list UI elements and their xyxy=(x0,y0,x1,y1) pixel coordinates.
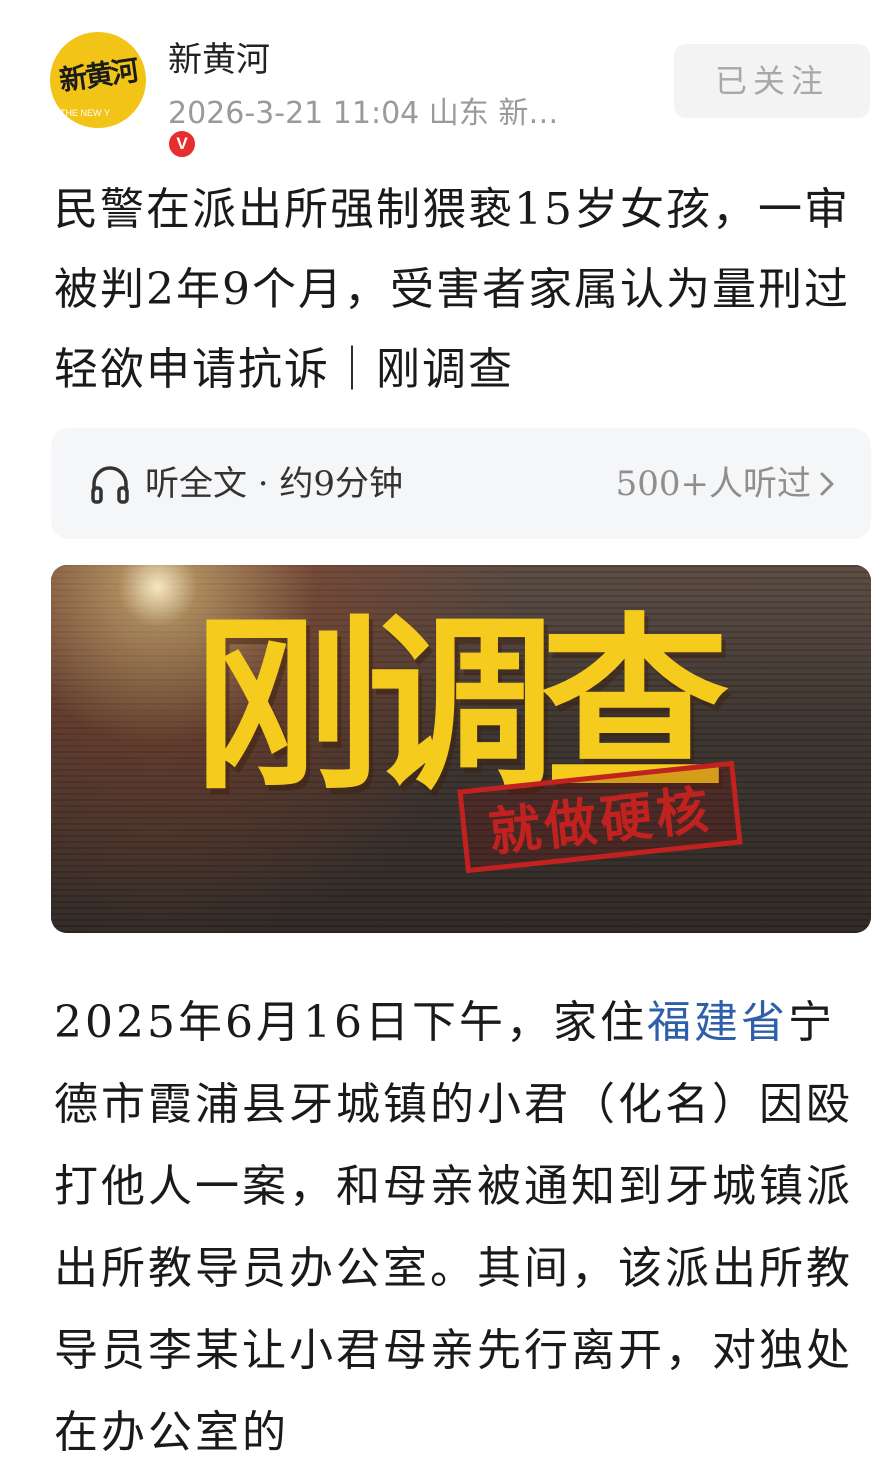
verified-icon: V xyxy=(166,128,198,160)
article-paragraph: 2025年6月16日下午，家住福建省宁德市霞浦县牙城镇的小君（化名）因殴打他人一… xyxy=(54,982,874,1474)
avatar-logo-text: 新黄河 xyxy=(57,53,140,98)
paragraph-text-rest: 宁德市霞浦县牙城镇的小君（化名）因殴打他人一案，和母亲被通知到牙城镇派出所教导员… xyxy=(54,997,853,1458)
avatar-sub-text: THE NEW Y xyxy=(60,108,110,118)
hero-image: 刚调查 就做硬核 xyxy=(51,565,871,933)
headphone-icon xyxy=(91,466,129,504)
listen-count: 500+人听过 xyxy=(615,464,811,504)
avatar[interactable]: 新黄河 THE NEW Y V xyxy=(50,32,198,160)
article-title: 民警在派出所强制猥亵15岁女孩，一审被判2年9个月，受害者家属认为量刑过轻欲申请… xyxy=(54,184,850,395)
follow-button[interactable]: 已关注 xyxy=(674,44,870,118)
paragraph-text-start: 2025年6月16日下午，家住 xyxy=(54,997,647,1048)
location-link[interactable]: 福建省 xyxy=(647,997,788,1048)
listen-full-article-bar[interactable]: 听全文 · 约9分钟 500+人听过 xyxy=(51,428,871,539)
article-header: 新黄河 THE NEW Y V 新黄河 2026-3-21 11:04 山东 新… xyxy=(0,0,885,160)
chevron-right-icon xyxy=(820,472,834,496)
listen-label: 听全文 · 约9分钟 xyxy=(145,464,404,504)
account-name[interactable]: 新黄河 xyxy=(168,32,270,81)
post-meta: 2026-3-21 11:04 山东 新… xyxy=(168,96,559,131)
